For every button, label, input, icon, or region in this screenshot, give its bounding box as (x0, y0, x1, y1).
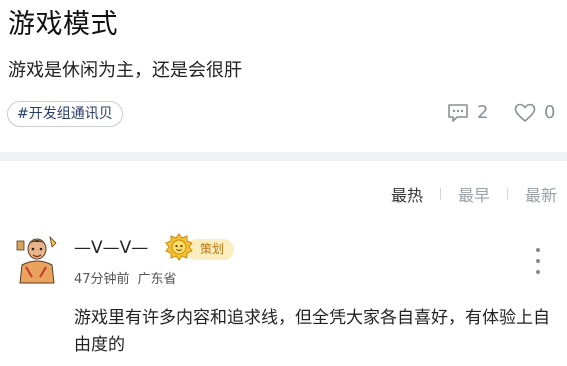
sort-earliest-tab[interactable]: 最早 (448, 182, 500, 206)
sort-separator (439, 188, 441, 200)
more-options-button[interactable] (530, 248, 546, 274)
comment-count-button[interactable]: 2 (447, 102, 488, 123)
sort-separator (506, 188, 508, 200)
comment-sort-bar: 最热 最早 最新 (381, 182, 567, 206)
more-dot (536, 259, 540, 263)
section-divider (0, 152, 567, 161)
comment-count: 2 (477, 102, 489, 123)
post-body: 游戏是休闲为主，还是会很肝 (8, 60, 242, 81)
sort-newest-tab[interactable]: 最新 (515, 182, 567, 206)
post-title: 游戏模式 (8, 9, 118, 40)
heart-icon (514, 103, 536, 122)
comment-location: 广东省 (137, 272, 177, 287)
comment-time: 47分钟前 (74, 272, 130, 287)
planner-badge-icon (165, 233, 193, 261)
more-vertical-icon (536, 248, 540, 252)
comment-author-name[interactable]: —V—V— (74, 238, 148, 258)
comment-icon (448, 103, 468, 122)
avatar[interactable] (12, 233, 60, 285)
topic-tag[interactable]: #开发组通讯贝 (7, 101, 123, 127)
comment-meta: 47分钟前 广东省 (74, 268, 177, 287)
more-dot (536, 270, 540, 274)
comment-text: 游戏里有许多内容和追求线，但全凭大家各自喜好，有体验上自由度的 (74, 308, 550, 355)
sort-hot-tab[interactable]: 最热 (381, 182, 433, 206)
like-count: 0 (544, 102, 556, 123)
like-button[interactable]: 0 (514, 102, 555, 123)
